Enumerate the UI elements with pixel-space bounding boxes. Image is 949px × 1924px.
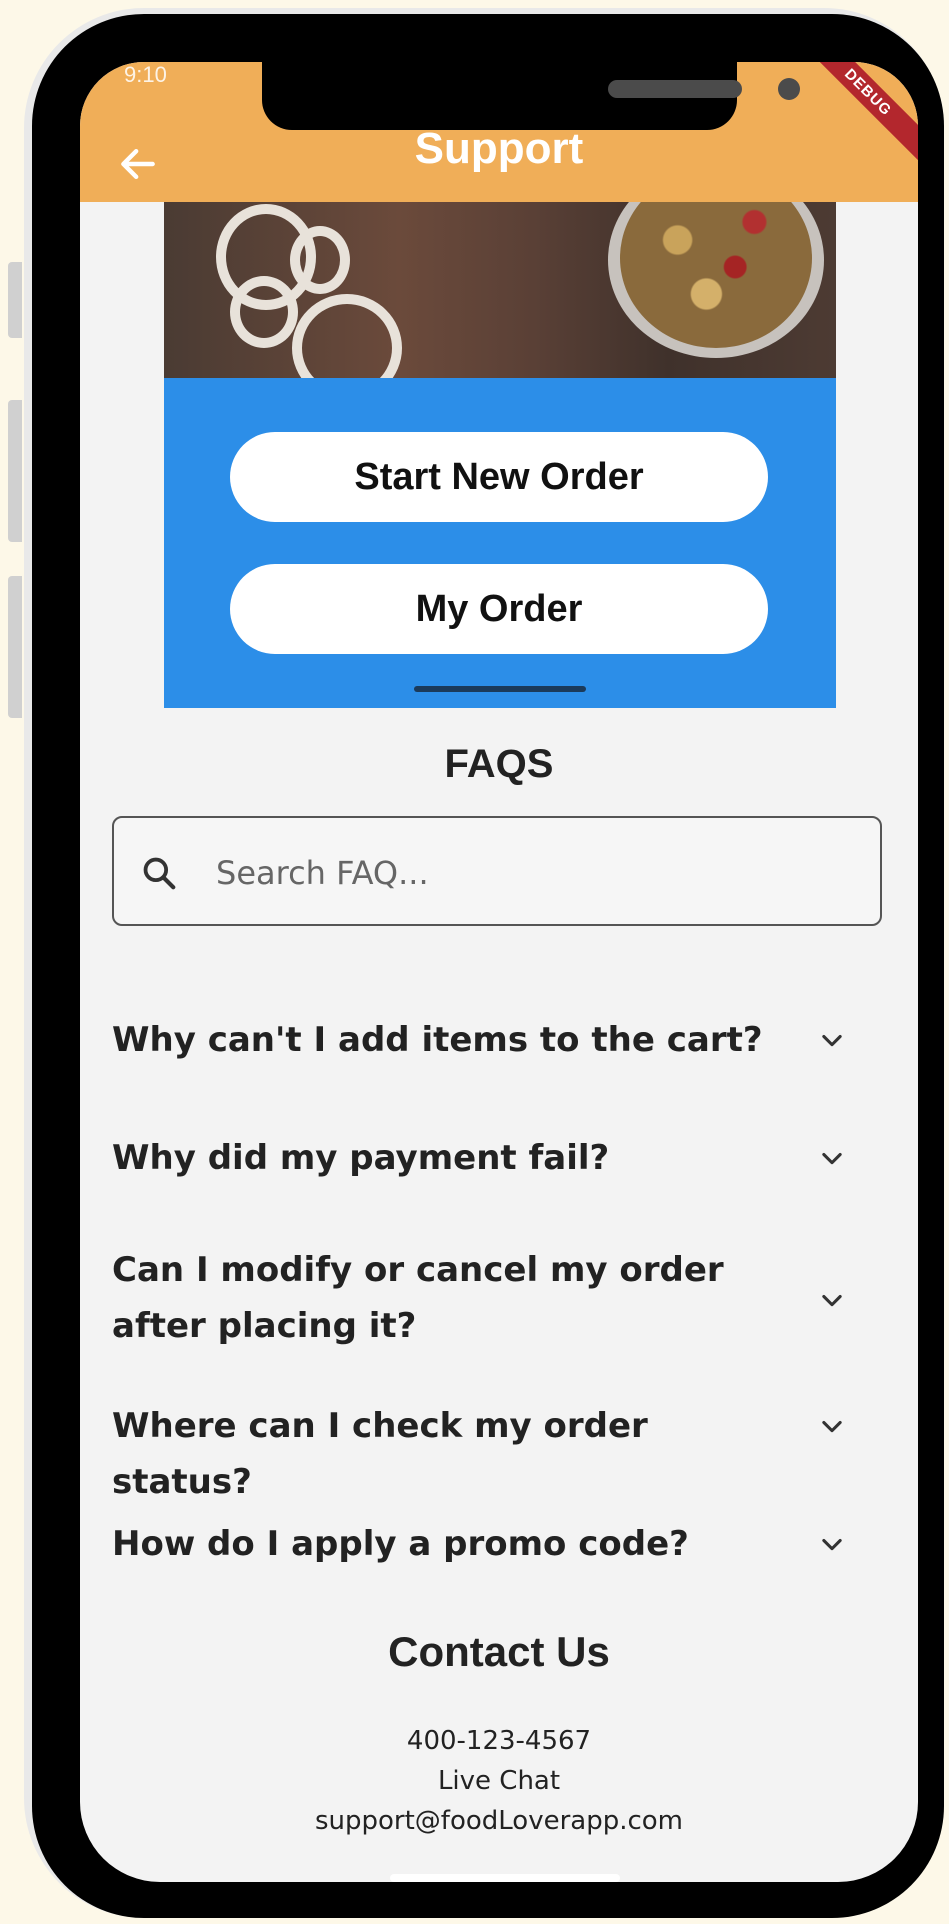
contact-email[interactable]: support@foodLoverapp.com: [80, 1806, 918, 1836]
bean-bowl-decor: [608, 202, 824, 358]
faq-question: Why did my payment fail?: [112, 1138, 610, 1178]
panel-drag-handle[interactable]: [414, 686, 586, 692]
chevron-down-icon[interactable]: [818, 1144, 846, 1172]
chevron-down-icon[interactable]: [818, 1530, 846, 1558]
onion-ring-decor: [292, 294, 402, 378]
faq-item[interactable]: Why did my payment fail?: [112, 1126, 892, 1190]
faq-item[interactable]: Can I modify or cancel my order after pl…: [112, 1242, 892, 1358]
app-screen: 9:10 Support DEBUG Start New Order My Or…: [80, 62, 918, 1882]
order-actions-panel: Start New Order My Order: [164, 378, 836, 708]
faq-question: Why can't I add items to the cart?: [112, 1020, 763, 1060]
food-banner-image: [164, 202, 836, 378]
phone-notch: [262, 62, 800, 130]
faq-question: How do I apply a promo code?: [112, 1524, 689, 1564]
contact-live-chat[interactable]: Live Chat: [80, 1766, 918, 1796]
faq-search-input[interactable]: [214, 848, 838, 898]
my-order-button[interactable]: My Order: [230, 564, 768, 654]
page-title: Support: [414, 124, 584, 173]
speaker-grille: [608, 80, 742, 98]
faq-item[interactable]: Why can't I add items to the cart?: [112, 1008, 892, 1072]
phone-side-button-1: [8, 262, 22, 338]
front-camera: [778, 78, 800, 100]
phone-side-button-2: [8, 400, 22, 542]
search-icon: [143, 857, 176, 890]
faq-search-box[interactable]: [112, 816, 882, 926]
faq-question: Can I modify or cancel my order after pl…: [112, 1250, 724, 1346]
onion-ring-decor: [290, 226, 350, 294]
chevron-down-icon[interactable]: [818, 1286, 846, 1314]
home-indicator: [390, 1874, 620, 1882]
faq-question: Where can I check my order status?: [112, 1406, 648, 1502]
chevron-down-icon[interactable]: [818, 1026, 846, 1054]
faqs-heading: FAQS: [444, 742, 554, 786]
phone-side-button-3: [8, 576, 22, 718]
onion-ring-decor: [230, 276, 298, 348]
start-new-order-button[interactable]: Start New Order: [230, 432, 768, 522]
status-time: 9:10: [124, 62, 167, 87]
contact-phone[interactable]: 400-123-4567: [80, 1726, 918, 1756]
contact-us-heading: Contact Us: [388, 1628, 610, 1675]
chevron-down-icon[interactable]: [818, 1412, 846, 1440]
faq-item[interactable]: How do I apply a promo code?: [112, 1512, 892, 1576]
faq-item[interactable]: Where can I check my order status?: [112, 1394, 892, 1502]
